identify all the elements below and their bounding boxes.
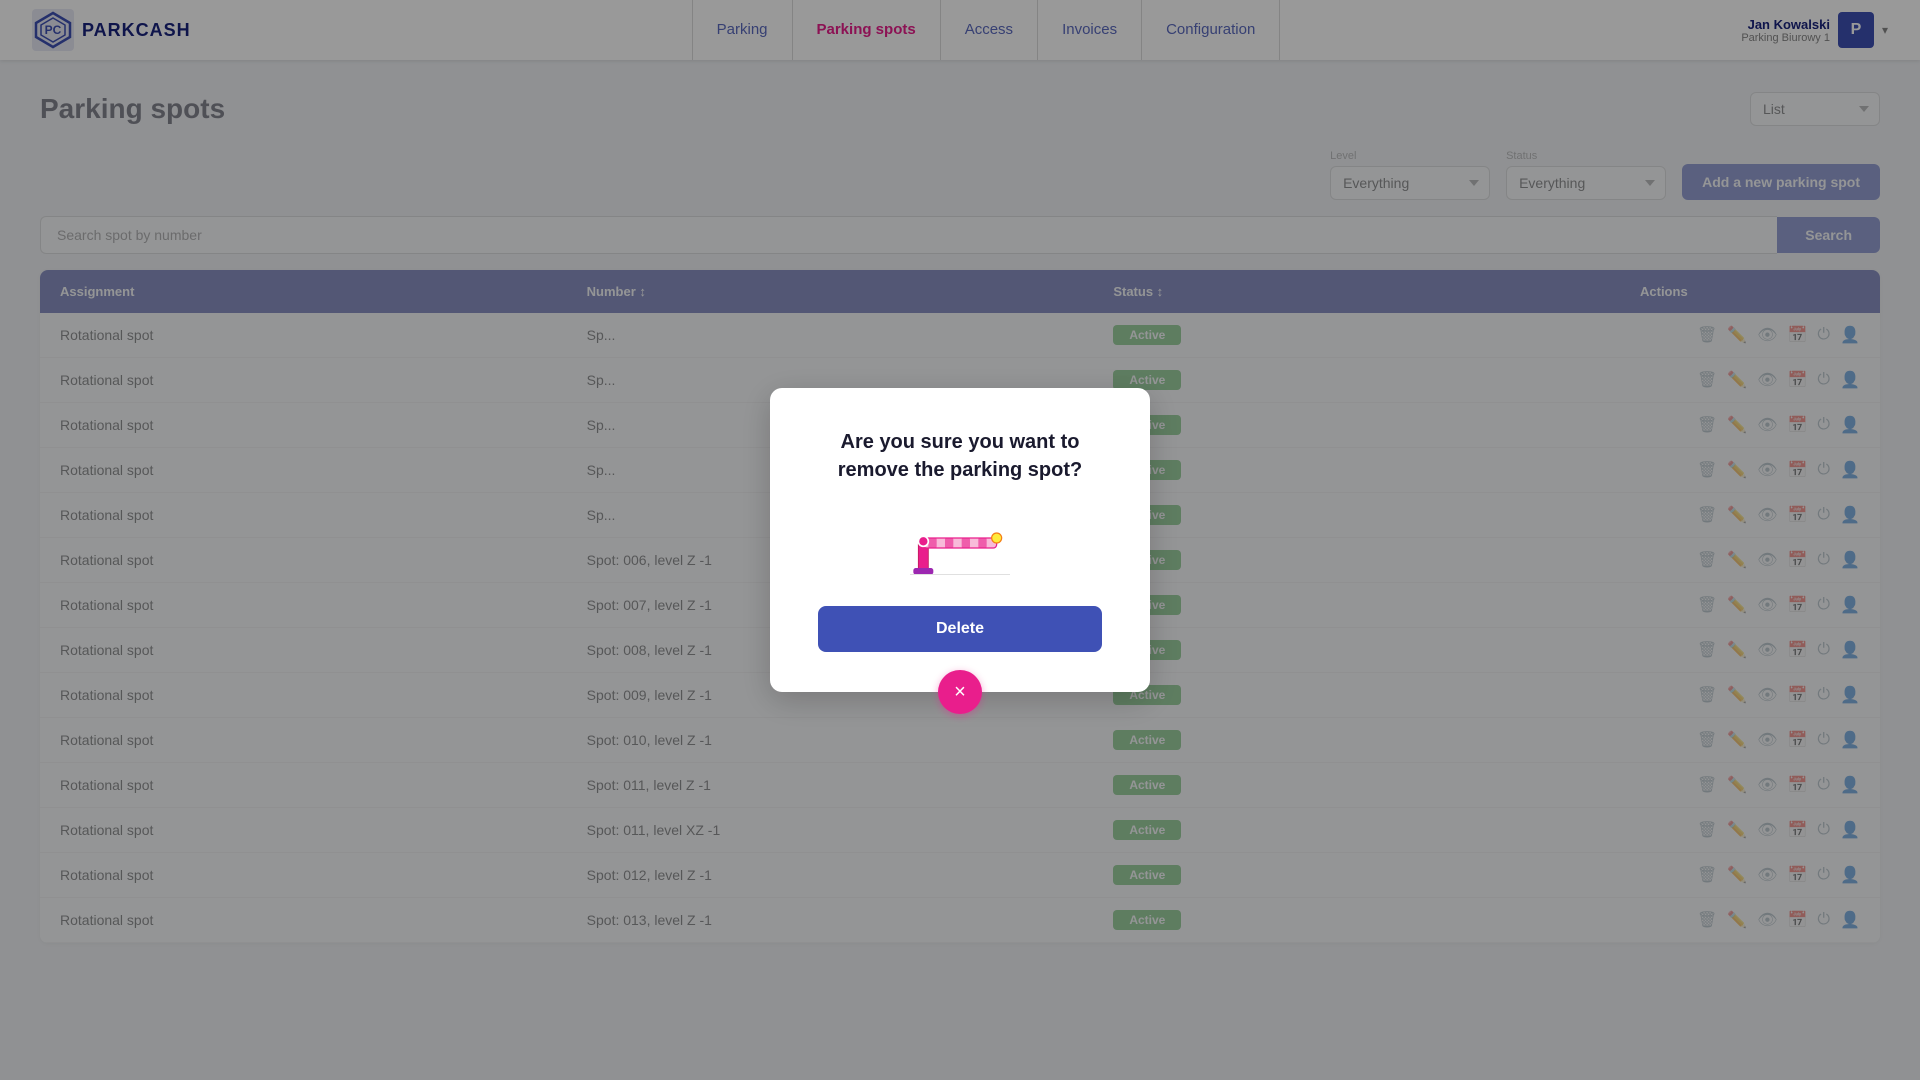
delete-confirmation-modal: Are you sure you want to remove the park… xyxy=(770,388,1150,692)
barrier-illustration xyxy=(910,508,1010,578)
modal-title: Are you sure you want to remove the park… xyxy=(818,428,1102,484)
modal-overlay[interactable]: Are you sure you want to remove the park… xyxy=(0,0,1920,1080)
close-modal-button[interactable]: × xyxy=(938,670,982,714)
delete-button[interactable]: Delete xyxy=(818,606,1102,652)
barrier-svg xyxy=(910,508,1010,575)
